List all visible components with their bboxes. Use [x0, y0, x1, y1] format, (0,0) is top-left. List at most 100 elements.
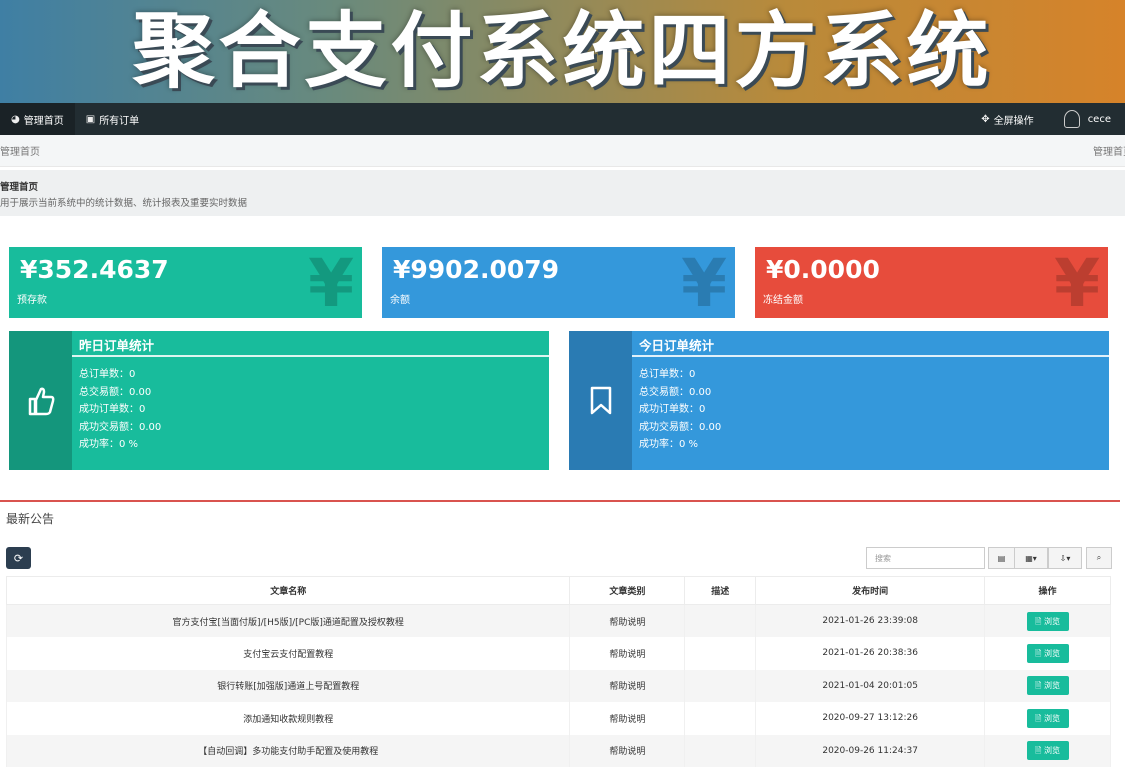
view-button[interactable]: 🗎 浏览	[1027, 741, 1069, 760]
fullscreen-button[interactable]: ✥ 全屏操作	[970, 103, 1044, 135]
cell-time: 2021-01-26 20:38:36	[756, 637, 985, 670]
cell-name: 银行转账[加强版]通道上号配置教程	[7, 670, 570, 703]
cell-action: 🗎 浏览	[985, 605, 1111, 638]
stat-label: 余额	[390, 291, 410, 306]
bookmark-icon	[569, 331, 632, 470]
view-label: 浏览	[1044, 746, 1060, 755]
top-navbar: ◕ 管理首页 ▣ 所有订单 ✥ 全屏操作 cece	[0, 103, 1125, 135]
cell-time: 2021-01-26 23:39:08	[756, 605, 985, 638]
stat-label: 预存款	[17, 291, 47, 306]
cell-name: 添加通知收款规则教程	[7, 702, 570, 735]
success-rate: 成功率：0 %	[639, 436, 721, 454]
view-button[interactable]: 🗎 浏览	[1027, 709, 1069, 728]
success-amount: 成功交易额：0.00	[639, 419, 721, 437]
cell-action: 🗎 浏览	[985, 670, 1111, 703]
columns-icon: ▦▾	[1025, 554, 1037, 563]
toggle-view-button[interactable]: ▤	[988, 547, 1015, 569]
thumbs-up-icon	[9, 331, 72, 470]
banner: 聚合支付系统四方系统	[0, 0, 1125, 103]
search-icon: ⌕	[1097, 553, 1101, 563]
refresh-icon: ⟳	[14, 552, 23, 565]
panel-title: 今日订单统计	[639, 335, 714, 354]
cell-category: 帮助说明	[570, 735, 685, 767]
user-name: cece	[1088, 114, 1111, 125]
col-category[interactable]: 文章类别	[570, 577, 685, 605]
col-time[interactable]: 发布时间	[756, 577, 985, 605]
fullscreen-label: 全屏操作	[994, 112, 1034, 127]
cell-time: 2021-01-04 20:01:05	[756, 670, 985, 703]
cell-desc	[685, 735, 756, 767]
view-label: 浏览	[1044, 714, 1060, 723]
columns-button[interactable]: ▦▾	[1014, 547, 1048, 569]
cell-category: 帮助说明	[570, 670, 685, 703]
section-divider	[0, 500, 1120, 502]
table-row: 官方支付宝[当面付版]/[H5版]/[PC版]通道配置及授权教程 帮助说明 20…	[7, 605, 1111, 638]
avatar	[1064, 110, 1080, 128]
announcements-title: 最新公告	[6, 510, 54, 527]
cell-action: 🗎 浏览	[985, 702, 1111, 735]
table-icon: ▤	[998, 554, 1006, 563]
yen-icon: ¥	[1054, 247, 1100, 318]
view-button[interactable]: 🗎 浏览	[1027, 644, 1069, 663]
breadcrumb: 管理首页 管理首页	[0, 135, 1125, 167]
refresh-button[interactable]: ⟳	[6, 547, 31, 569]
advanced-search-button[interactable]: ⌕	[1086, 547, 1112, 569]
yen-icon: ¥	[308, 247, 354, 318]
stat-amount: ¥9902.0079	[393, 255, 559, 284]
search-input[interactable]: 搜索	[866, 547, 985, 569]
table-row: 银行转账[加强版]通道上号配置教程 帮助说明 2021-01-04 20:01:…	[7, 670, 1111, 703]
col-name[interactable]: 文章名称	[7, 577, 570, 605]
cell-category: 帮助说明	[570, 605, 685, 638]
panel-title: 昨日订单统计	[79, 335, 154, 354]
cell-name: 支付宝云支付配置教程	[7, 637, 570, 670]
table-row: 支付宝云支付配置教程 帮助说明 2021-01-26 20:38:36 🗎 浏览	[7, 637, 1111, 670]
col-desc[interactable]: 描述	[685, 577, 756, 605]
success-orders: 成功订单数：0	[79, 401, 161, 419]
page-description: 用于展示当前系统中的统计数据、统计报表及重要实时数据	[0, 195, 1125, 209]
cell-category: 帮助说明	[570, 637, 685, 670]
yen-icon: ¥	[681, 247, 727, 318]
view-label: 浏览	[1044, 649, 1060, 658]
success-rate: 成功率：0 %	[79, 436, 161, 454]
cell-desc	[685, 702, 756, 735]
col-action: 操作	[985, 577, 1111, 605]
stat-balance: ¥9902.0079 余额 ¥	[382, 247, 735, 318]
cell-name: 官方支付宝[当面付版]/[H5版]/[PC版]通道配置及授权教程	[7, 605, 570, 638]
yesterday-orders-panel: 昨日订单统计 总订单数：0 总交易额：0.00 成功订单数：0 成功交易额：0.…	[9, 331, 549, 470]
announcements-table: 文章名称 文章类别 描述 发布时间 操作 官方支付宝[当面付版]/[H5版]/[…	[6, 576, 1111, 767]
cell-category: 帮助说明	[570, 702, 685, 735]
user-menu[interactable]: cece	[1045, 103, 1125, 135]
export-button[interactable]: ⇩▾	[1048, 547, 1082, 569]
nav-home[interactable]: ◕ 管理首页	[0, 103, 75, 135]
view-label: 浏览	[1044, 617, 1060, 626]
stat-frozen: ¥0.0000 冻结金额 ¥	[755, 247, 1108, 318]
dashboard-icon: ◕	[11, 114, 20, 125]
cell-desc	[685, 605, 756, 638]
breadcrumb-right[interactable]: 管理首页	[1093, 143, 1125, 158]
success-amount: 成功交易额：0.00	[79, 419, 161, 437]
view-label: 浏览	[1044, 681, 1060, 690]
breadcrumb-left[interactable]: 管理首页	[0, 143, 40, 158]
today-orders-panel: 今日订单统计 总订单数：0 总交易额：0.00 成功订单数：0 成功交易额：0.…	[569, 331, 1109, 470]
cell-desc	[685, 637, 756, 670]
nav-home-label: 管理首页	[24, 112, 64, 127]
stat-label: 冻结金额	[763, 291, 803, 306]
stat-prepaid: ¥352.4637 预存款 ¥	[9, 247, 362, 318]
view-button[interactable]: 🗎 浏览	[1027, 612, 1069, 631]
nav-orders-label: 所有订单	[99, 112, 139, 127]
nav-orders[interactable]: ▣ 所有订单	[75, 103, 150, 135]
stat-amount: ¥352.4637	[20, 255, 169, 284]
cell-desc	[685, 670, 756, 703]
total-orders: 总订单数：0	[79, 366, 161, 384]
total-orders: 总订单数：0	[639, 366, 721, 384]
cell-name: 【自动回调】多功能支付助手配置及使用教程	[7, 735, 570, 767]
expand-icon: ✥	[981, 114, 989, 125]
cell-action: 🗎 浏览	[985, 637, 1111, 670]
cell-action: 🗎 浏览	[985, 735, 1111, 767]
banner-title: 聚合支付系统四方系统	[132, 0, 992, 103]
view-button[interactable]: 🗎 浏览	[1027, 676, 1069, 695]
cell-time: 2020-09-26 11:24:37	[756, 735, 985, 767]
total-amount: 总交易额：0.00	[639, 384, 721, 402]
stat-amount: ¥0.0000	[766, 255, 880, 284]
success-orders: 成功订单数：0	[639, 401, 721, 419]
